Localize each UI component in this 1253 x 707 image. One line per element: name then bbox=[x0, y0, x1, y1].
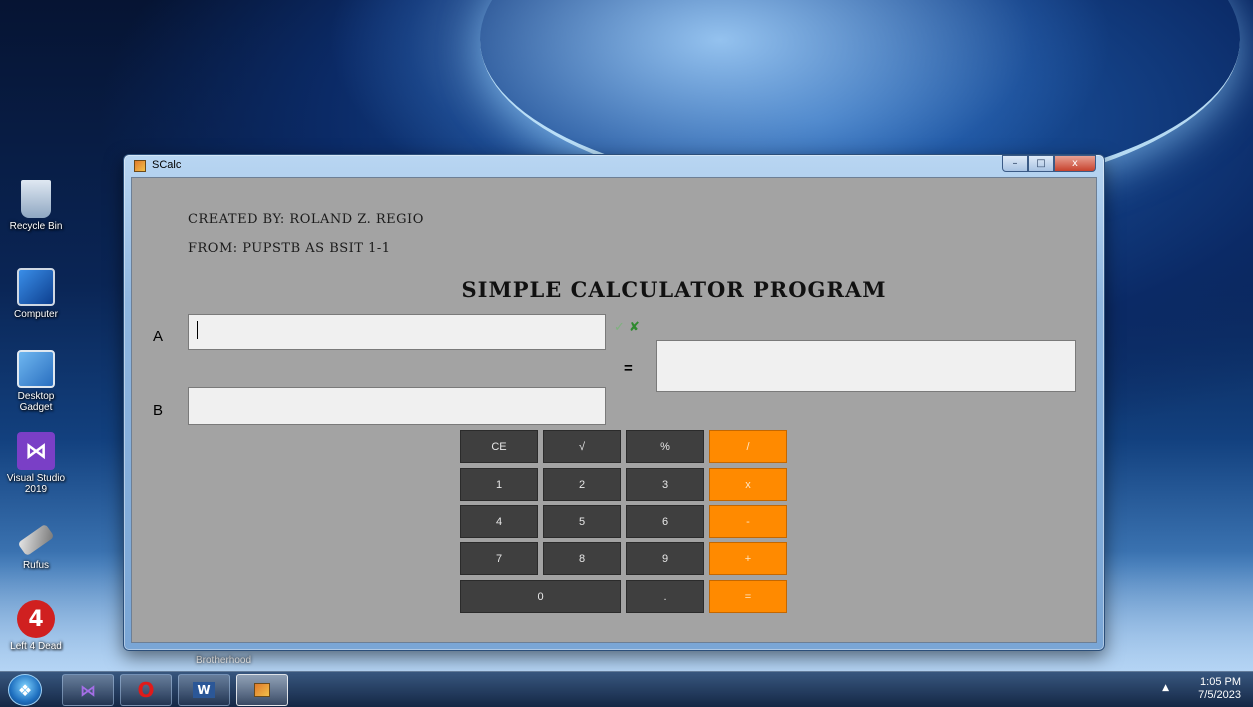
equals-label: = bbox=[624, 360, 633, 377]
digit-2-button[interactable]: 2 bbox=[543, 468, 621, 501]
percent-button[interactable]: % bbox=[626, 430, 704, 463]
system-clock[interactable]: 1:05 PM 7/5/2023 bbox=[1198, 676, 1241, 702]
title-bar[interactable]: SCalc – □ x bbox=[124, 155, 1104, 177]
add-button[interactable]: + bbox=[709, 542, 787, 575]
usb-drive-icon bbox=[17, 523, 55, 557]
from-text: FROM: PUPSTB AS BSIT 1-1 bbox=[188, 241, 391, 256]
label-a: A bbox=[153, 328, 164, 345]
close-button[interactable]: x bbox=[1054, 155, 1096, 172]
word-icon: W bbox=[193, 682, 215, 698]
taskbar-scalc[interactable] bbox=[236, 674, 288, 706]
desktop-icon-label: Recycle Bin bbox=[9, 221, 63, 232]
digit-7-button[interactable]: 7 bbox=[460, 542, 538, 575]
windows-logo-icon: ❖ bbox=[17, 680, 33, 700]
decimal-button[interactable]: . bbox=[626, 580, 704, 613]
digit-9-button[interactable]: 9 bbox=[626, 542, 704, 575]
desktop-icon-label: Desktop Gadget bbox=[17, 391, 55, 413]
desktop-icon-visual-studio[interactable]: ⋈ Visual Studio 2019 bbox=[6, 432, 66, 495]
desktop-icon-computer[interactable]: Computer bbox=[6, 268, 66, 320]
digit-0-button[interactable]: 0 bbox=[460, 580, 621, 613]
input-b[interactable] bbox=[188, 387, 606, 425]
start-button[interactable]: ❖ bbox=[8, 674, 42, 706]
scalc-window: SCalc – □ x CREATED BY: ROLAND Z. REGIO … bbox=[123, 154, 1105, 651]
window-controls: – □ x bbox=[1002, 155, 1096, 172]
multiply-button[interactable]: x bbox=[709, 468, 787, 501]
digit-8-button[interactable]: 8 bbox=[543, 542, 621, 575]
x-mark-icon: ✘ bbox=[629, 320, 640, 335]
created-by-text: CREATED BY: ROLAND Z. REGIO bbox=[188, 212, 424, 227]
equals-button[interactable]: = bbox=[709, 580, 787, 613]
label-b: B bbox=[153, 402, 164, 419]
digit-5-button[interactable]: 5 bbox=[543, 505, 621, 538]
taskbar-word[interactable]: W bbox=[178, 674, 230, 706]
tray-expand-icon[interactable]: ▲ bbox=[1162, 683, 1169, 693]
desktop-icon-rufus[interactable]: Rufus bbox=[6, 520, 66, 571]
desktop-icon-recycle-bin[interactable]: Recycle Bin bbox=[6, 180, 66, 232]
hover-label: Brotherhood bbox=[196, 655, 252, 666]
app-icon bbox=[134, 160, 146, 172]
minimize-button[interactable]: – bbox=[1002, 155, 1028, 172]
opera-icon: O bbox=[137, 678, 155, 702]
text-caret bbox=[197, 321, 198, 340]
digit-6-button[interactable]: 6 bbox=[626, 505, 704, 538]
desktop-icon-left4dead[interactable]: 4 Left 4 Dead bbox=[6, 600, 66, 652]
visual-studio-icon: ⋈ bbox=[17, 432, 55, 470]
taskbar-opera[interactable]: O bbox=[120, 674, 172, 706]
window-title: SCalc bbox=[152, 159, 182, 171]
calculator-panel: CREATED BY: ROLAND Z. REGIO FROM: PUPSTB… bbox=[131, 177, 1097, 643]
page-title: SIMPLE CALCULATOR PROGRAM bbox=[461, 277, 887, 302]
sqrt-button[interactable]: √ bbox=[543, 430, 621, 463]
desktop-icon-label: Visual Studio 2019 bbox=[6, 473, 66, 495]
left4dead-icon: 4 bbox=[17, 600, 55, 638]
desktop-icon-label: Rufus bbox=[22, 560, 50, 571]
desktop-icon-label: Computer bbox=[14, 309, 58, 320]
taskbar-visual-studio[interactable]: ⋈ bbox=[62, 674, 114, 706]
desktop-icon-label: Left 4 Dead bbox=[10, 641, 62, 652]
gadget-icon bbox=[17, 350, 55, 388]
computer-icon bbox=[17, 268, 55, 306]
check-icon: ✓ bbox=[614, 320, 625, 335]
clock-time: 1:05 PM bbox=[1200, 676, 1241, 688]
input-a[interactable] bbox=[188, 314, 606, 350]
divide-button[interactable]: / bbox=[709, 430, 787, 463]
maximize-button[interactable]: □ bbox=[1028, 155, 1054, 172]
digit-1-button[interactable]: 1 bbox=[460, 468, 538, 501]
digit-3-button[interactable]: 3 bbox=[626, 468, 704, 501]
taskbar: ❖ ⋈ O W ▲ 1:05 PM 7/5/2023 bbox=[0, 671, 1253, 707]
result-field[interactable] bbox=[656, 340, 1076, 392]
ce-button[interactable]: CE bbox=[460, 430, 538, 463]
desktop-icon-gadget[interactable]: Desktop Gadget bbox=[6, 350, 66, 413]
clock-date: 7/5/2023 bbox=[1198, 689, 1241, 701]
subtract-button[interactable]: - bbox=[709, 505, 787, 538]
recycle-bin-icon bbox=[21, 180, 51, 218]
digit-4-button[interactable]: 4 bbox=[460, 505, 538, 538]
scalc-icon bbox=[254, 683, 270, 697]
visual-studio-icon: ⋈ bbox=[80, 680, 96, 700]
